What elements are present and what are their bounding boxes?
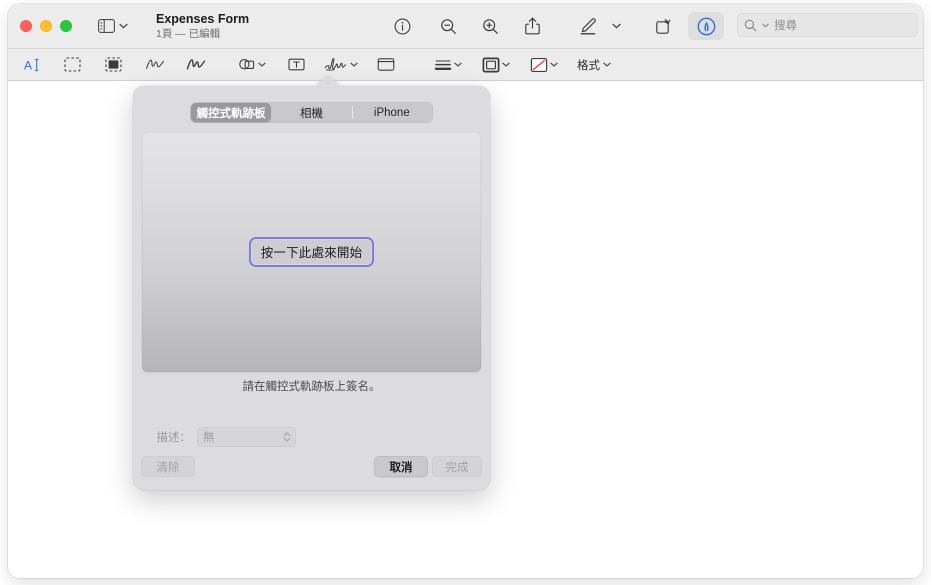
sidebar-toggle-button[interactable] [98,19,128,33]
tab-iphone[interactable]: iPhone [351,103,432,122]
markup-pen-button[interactable] [570,12,606,40]
preview-window: Expenses Form 1頁 — 已編輯 搜尋 A 格式 觸控式軌跡板 相機… [8,4,923,578]
text-tool[interactable] [281,52,312,78]
magnifier-plus-icon [482,18,499,35]
chevron-down-icon [502,62,510,67]
description-value: 無 [203,432,215,444]
tab-camera[interactable]: 相機 [271,103,351,122]
popover-button-row: 清除 取消 完成 [141,456,482,478]
rotate-button[interactable] [646,12,682,40]
dashed-rectangle-icon [64,57,81,72]
document-canvas[interactable]: 觸控式軌跡板 相機 iPhone 按一下此處來開始 請在觸控式軌跡板上簽名。 描… [8,75,923,578]
share-button[interactable] [514,12,550,40]
note-tool[interactable] [370,52,401,78]
description-popup-menu[interactable]: 無 [197,427,296,447]
info-button[interactable] [384,12,420,40]
document-title-block: Expenses Form 1頁 — 已編輯 [156,12,249,40]
border-color-tool[interactable] [477,52,515,78]
traffic-light-group [20,20,72,32]
share-icon [524,17,540,35]
text-selection-tool[interactable]: A [16,52,47,78]
rectangular-selection-tool[interactable] [57,52,88,78]
zoom-out-button[interactable] [430,12,466,40]
shape-style-lines-icon [434,58,452,72]
done-button[interactable]: 完成 [432,456,482,477]
instant-alpha-tool[interactable] [98,52,129,78]
shape-style-tool[interactable] [429,52,467,78]
signature-capture-popover: 觸控式軌跡板 相機 iPhone 按一下此處來開始 請在觸控式軌跡板上簽名。 描… [133,75,490,490]
shapes-tool[interactable] [233,52,271,78]
window-titlebar: Expenses Form 1頁 — 已編輯 搜尋 [8,4,923,48]
info-circle-icon [394,18,411,35]
border-color-square-icon [482,57,500,73]
sidebar-icon [98,19,115,33]
draw-tool[interactable] [180,52,211,78]
click-here-to-begin-button[interactable]: 按一下此處來開始 [248,237,375,267]
page-title: Expenses Form [156,11,250,26]
note-icon [377,57,395,72]
zoom-in-button[interactable] [472,12,508,40]
document-status: 1頁 — 已編輯 [156,27,221,40]
close-button[interactable] [20,20,32,32]
search-scope-chevron-icon[interactable] [762,23,769,28]
minimize-button[interactable] [40,20,52,32]
chevron-up-down-icon [283,431,291,443]
clear-button[interactable]: 清除 [141,456,195,477]
markup-options-chevron[interactable] [606,12,626,40]
popover-tail [315,75,341,86]
text-select-icon: A [23,57,41,73]
search-input[interactable]: 搜尋 [774,17,797,33]
tab-iphone-label: iPhone [373,106,410,119]
format-button[interactable]: 格式 [573,52,615,78]
cancel-button[interactable]: 取消 [374,456,428,477]
instant-alpha-icon [105,57,122,72]
svg-text:A: A [24,58,32,72]
format-label: 格式 [577,59,600,72]
signature-source-tabs: 觸控式軌跡板 相機 iPhone [190,102,433,123]
signature-drawing-area[interactable]: 按一下此處來開始 [142,132,481,372]
markup-circle-pen-icon [697,17,716,36]
tab-trackpad-label: 觸控式軌跡板 [196,107,266,120]
annotate-button[interactable] [688,12,724,40]
signature-hint-text: 請在觸控式軌跡板上簽名。 [242,381,381,393]
sketch-tool[interactable] [139,52,170,78]
markup-toolbar: A 格式 [8,48,923,81]
sketch-squiggle-icon [145,57,165,72]
rotate-left-icon [655,17,673,35]
tab-trackpad[interactable]: 觸控式軌跡板 [191,103,272,122]
chevron-down-icon [611,23,621,29]
chevron-down-icon [350,62,358,67]
tab-camera-label: 相機 [299,107,323,120]
chevron-down-icon [258,62,266,67]
search-field[interactable]: 搜尋 [737,13,918,37]
draw-squiggle-icon [186,57,206,72]
signature-tool[interactable] [322,52,360,78]
description-row: 描述： 無 [141,426,482,448]
chevron-down-icon [119,23,128,29]
search-magnifier-icon [744,19,757,32]
fill-color-tool[interactable] [525,52,563,78]
description-label: 描述： [156,432,192,444]
chevron-down-icon [454,62,462,67]
shapes-icon [238,57,256,72]
zoom-button[interactable] [60,20,72,32]
magnifier-minus-icon [440,18,457,35]
fill-color-none-icon [530,57,548,73]
text-box-icon [288,57,305,72]
chevron-down-icon [550,62,558,67]
chevron-down-icon [603,62,611,67]
pen-underline-icon [579,17,597,35]
screen: Expenses Form 1頁 — 已編輯 搜尋 A 格式 觸控式軌跡板 相機… [0,0,931,585]
signature-scribble-icon [324,57,348,72]
